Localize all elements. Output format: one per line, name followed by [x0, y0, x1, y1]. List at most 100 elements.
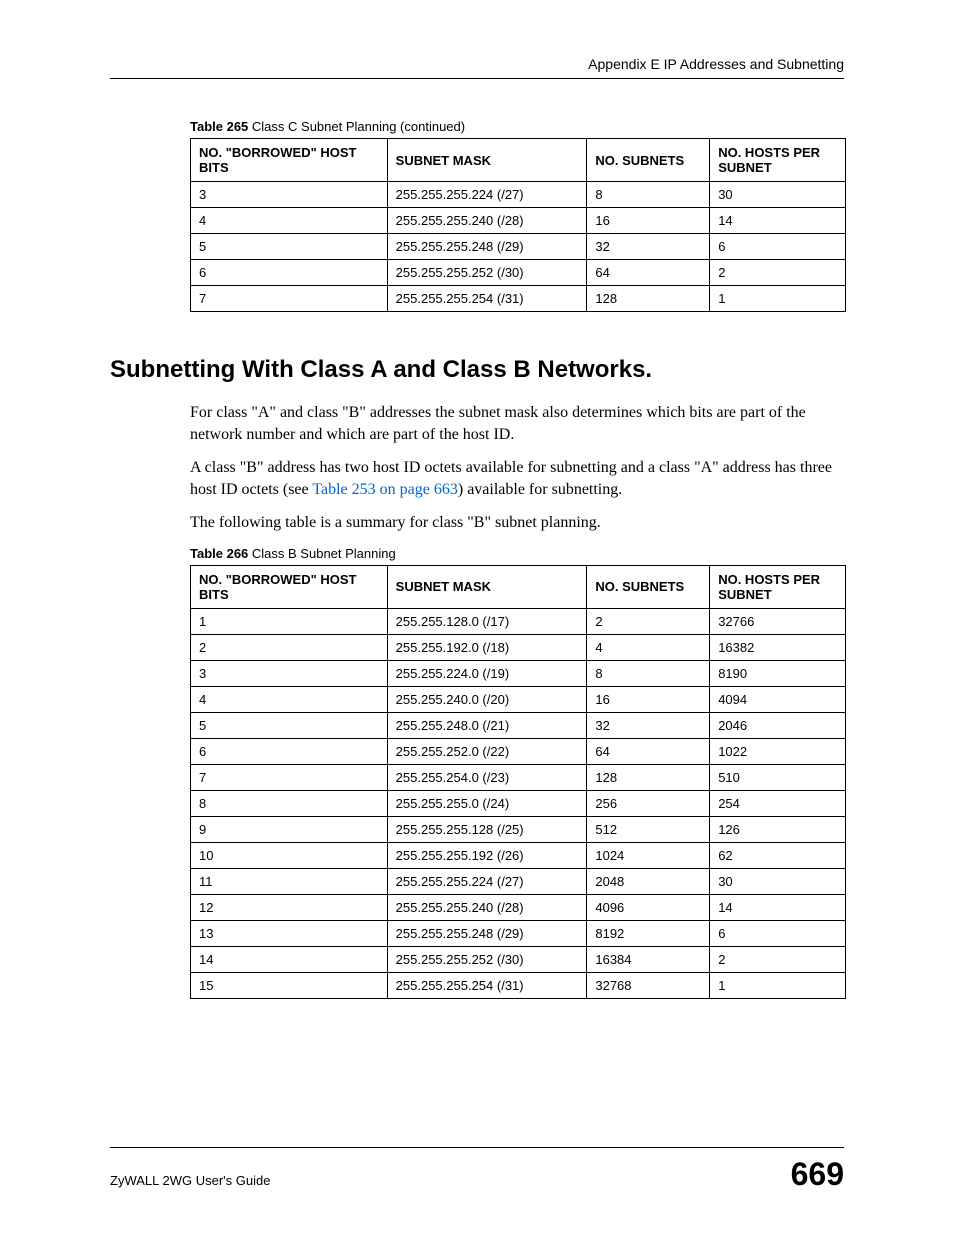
table-cell: 16 — [587, 686, 710, 712]
table-cell: 16 — [587, 208, 710, 234]
cross-reference-link[interactable]: Table 253 on page 663 — [312, 481, 458, 498]
p2-text-b: ) available for subnetting. — [458, 481, 622, 498]
table-cell: 128 — [587, 286, 710, 312]
table-cell: 12 — [191, 894, 388, 920]
table-265: NO. "BORROWED" HOST BITS SUBNET MASK NO.… — [190, 138, 846, 312]
table-cell: 7 — [191, 764, 388, 790]
table-cell: 510 — [710, 764, 846, 790]
table-cell: 255.255.255.252 (/30) — [387, 946, 587, 972]
table-cell: 512 — [587, 816, 710, 842]
table-row: 12255.255.255.240 (/28)409614 — [191, 894, 846, 920]
table-cell: 10 — [191, 842, 388, 868]
table-cell: 2 — [710, 946, 846, 972]
table-cell: 255.255.255.224 (/27) — [387, 868, 587, 894]
table-row: 13255.255.255.248 (/29)81926 — [191, 920, 846, 946]
table-cell: 4 — [191, 686, 388, 712]
paragraph-1: For class "A" and class "B" addresses th… — [190, 402, 844, 445]
table-cell: 255.255.255.0 (/24) — [387, 790, 587, 816]
table-cell: 4094 — [710, 686, 846, 712]
table-cell: 8192 — [587, 920, 710, 946]
table-cell: 32766 — [710, 608, 846, 634]
table-row: 2255.255.192.0 (/18)416382 — [191, 634, 846, 660]
page-footer: ZyWALL 2WG User's Guide 669 — [110, 1147, 844, 1193]
table-row: 11255.255.255.224 (/27)204830 — [191, 868, 846, 894]
col-hosts-per-subnet: NO. HOSTS PER SUBNET — [710, 139, 846, 182]
table-cell: 6 — [710, 234, 846, 260]
col-borrowed-bits: NO. "BORROWED" HOST BITS — [191, 565, 388, 608]
table-cell: 1 — [710, 972, 846, 998]
table-cell: 30 — [710, 868, 846, 894]
table-cell: 8 — [191, 790, 388, 816]
table-cell: 7 — [191, 286, 388, 312]
table-cell: 1022 — [710, 738, 846, 764]
table-cell: 8 — [587, 660, 710, 686]
table-cell: 5 — [191, 234, 388, 260]
table-row: 15255.255.255.254 (/31)327681 — [191, 972, 846, 998]
table-cell: 8 — [587, 182, 710, 208]
table-cell: 11 — [191, 868, 388, 894]
table-265-caption: Table 265 Class C Subnet Planning (conti… — [190, 119, 844, 134]
table-cell: 255.255.255.248 (/29) — [387, 234, 587, 260]
table-cell: 15 — [191, 972, 388, 998]
table-cell: 255.255.192.0 (/18) — [387, 634, 587, 660]
table-cell: 64 — [587, 260, 710, 286]
table-cell: 6 — [191, 260, 388, 286]
table-cell: 255.255.252.0 (/22) — [387, 738, 587, 764]
table-265-title: Class C Subnet Planning (continued) — [248, 119, 465, 134]
table-cell: 1 — [710, 286, 846, 312]
table-row: 1255.255.128.0 (/17)232766 — [191, 608, 846, 634]
table-cell: 255.255.255.240 (/28) — [387, 894, 587, 920]
table-row: 6255.255.252.0 (/22)641022 — [191, 738, 846, 764]
paragraph-3: The following table is a summary for cla… — [190, 512, 844, 534]
table-cell: 255.255.224.0 (/19) — [387, 660, 587, 686]
table-cell: 255.255.255.224 (/27) — [387, 182, 587, 208]
table-cell: 256 — [587, 790, 710, 816]
col-hosts-per-subnet: NO. HOSTS PER SUBNET — [710, 565, 846, 608]
table-cell: 4 — [191, 208, 388, 234]
table-cell: 255.255.248.0 (/21) — [387, 712, 587, 738]
table-265-number: Table 265 — [190, 119, 248, 134]
table-row: 10255.255.255.192 (/26)102462 — [191, 842, 846, 868]
table-cell: 255.255.255.240 (/28) — [387, 208, 587, 234]
table-cell: 16384 — [587, 946, 710, 972]
table-row: 3255.255.224.0 (/19)88190 — [191, 660, 846, 686]
col-borrowed-bits: NO. "BORROWED" HOST BITS — [191, 139, 388, 182]
table-cell: 32 — [587, 712, 710, 738]
table-cell: 1 — [191, 608, 388, 634]
table-cell: 255.255.255.254 (/31) — [387, 972, 587, 998]
table-cell: 255.255.255.252 (/30) — [387, 260, 587, 286]
table-row: 14255.255.255.252 (/30)163842 — [191, 946, 846, 972]
page-number: 669 — [791, 1156, 844, 1193]
appendix-title: Appendix E IP Addresses and Subnetting — [588, 56, 844, 72]
table-cell: 8190 — [710, 660, 846, 686]
table-cell: 14 — [710, 208, 846, 234]
table-cell: 1024 — [587, 842, 710, 868]
table-row: 7255.255.255.254 (/31)1281 — [191, 286, 846, 312]
table-cell: 14 — [710, 894, 846, 920]
table-cell: 14 — [191, 946, 388, 972]
table-header-row: NO. "BORROWED" HOST BITS SUBNET MASK NO.… — [191, 565, 846, 608]
table-cell: 254 — [710, 790, 846, 816]
table-cell: 255.255.128.0 (/17) — [387, 608, 587, 634]
paragraph-2: A class "B" address has two host ID octe… — [190, 457, 844, 500]
table-cell: 2048 — [587, 868, 710, 894]
table-266-title: Class B Subnet Planning — [248, 546, 395, 561]
table-cell: 32 — [587, 234, 710, 260]
table-cell: 6 — [191, 738, 388, 764]
col-subnet-mask: SUBNET MASK — [387, 565, 587, 608]
table-cell: 4096 — [587, 894, 710, 920]
table-cell: 62 — [710, 842, 846, 868]
section-heading: Subnetting With Class A and Class B Netw… — [110, 356, 844, 384]
table-header-row: NO. "BORROWED" HOST BITS SUBNET MASK NO.… — [191, 139, 846, 182]
table-cell: 3 — [191, 182, 388, 208]
footer-guide-name: ZyWALL 2WG User's Guide — [110, 1173, 270, 1188]
table-cell: 64 — [587, 738, 710, 764]
table-cell: 9 — [191, 816, 388, 842]
table-row: 7255.255.254.0 (/23)128510 — [191, 764, 846, 790]
table-cell: 13 — [191, 920, 388, 946]
table-cell: 255.255.254.0 (/23) — [387, 764, 587, 790]
table-row: 8255.255.255.0 (/24)256254 — [191, 790, 846, 816]
table-cell: 255.255.255.248 (/29) — [387, 920, 587, 946]
table-row: 5255.255.255.248 (/29)326 — [191, 234, 846, 260]
table-266: NO. "BORROWED" HOST BITS SUBNET MASK NO.… — [190, 565, 846, 999]
